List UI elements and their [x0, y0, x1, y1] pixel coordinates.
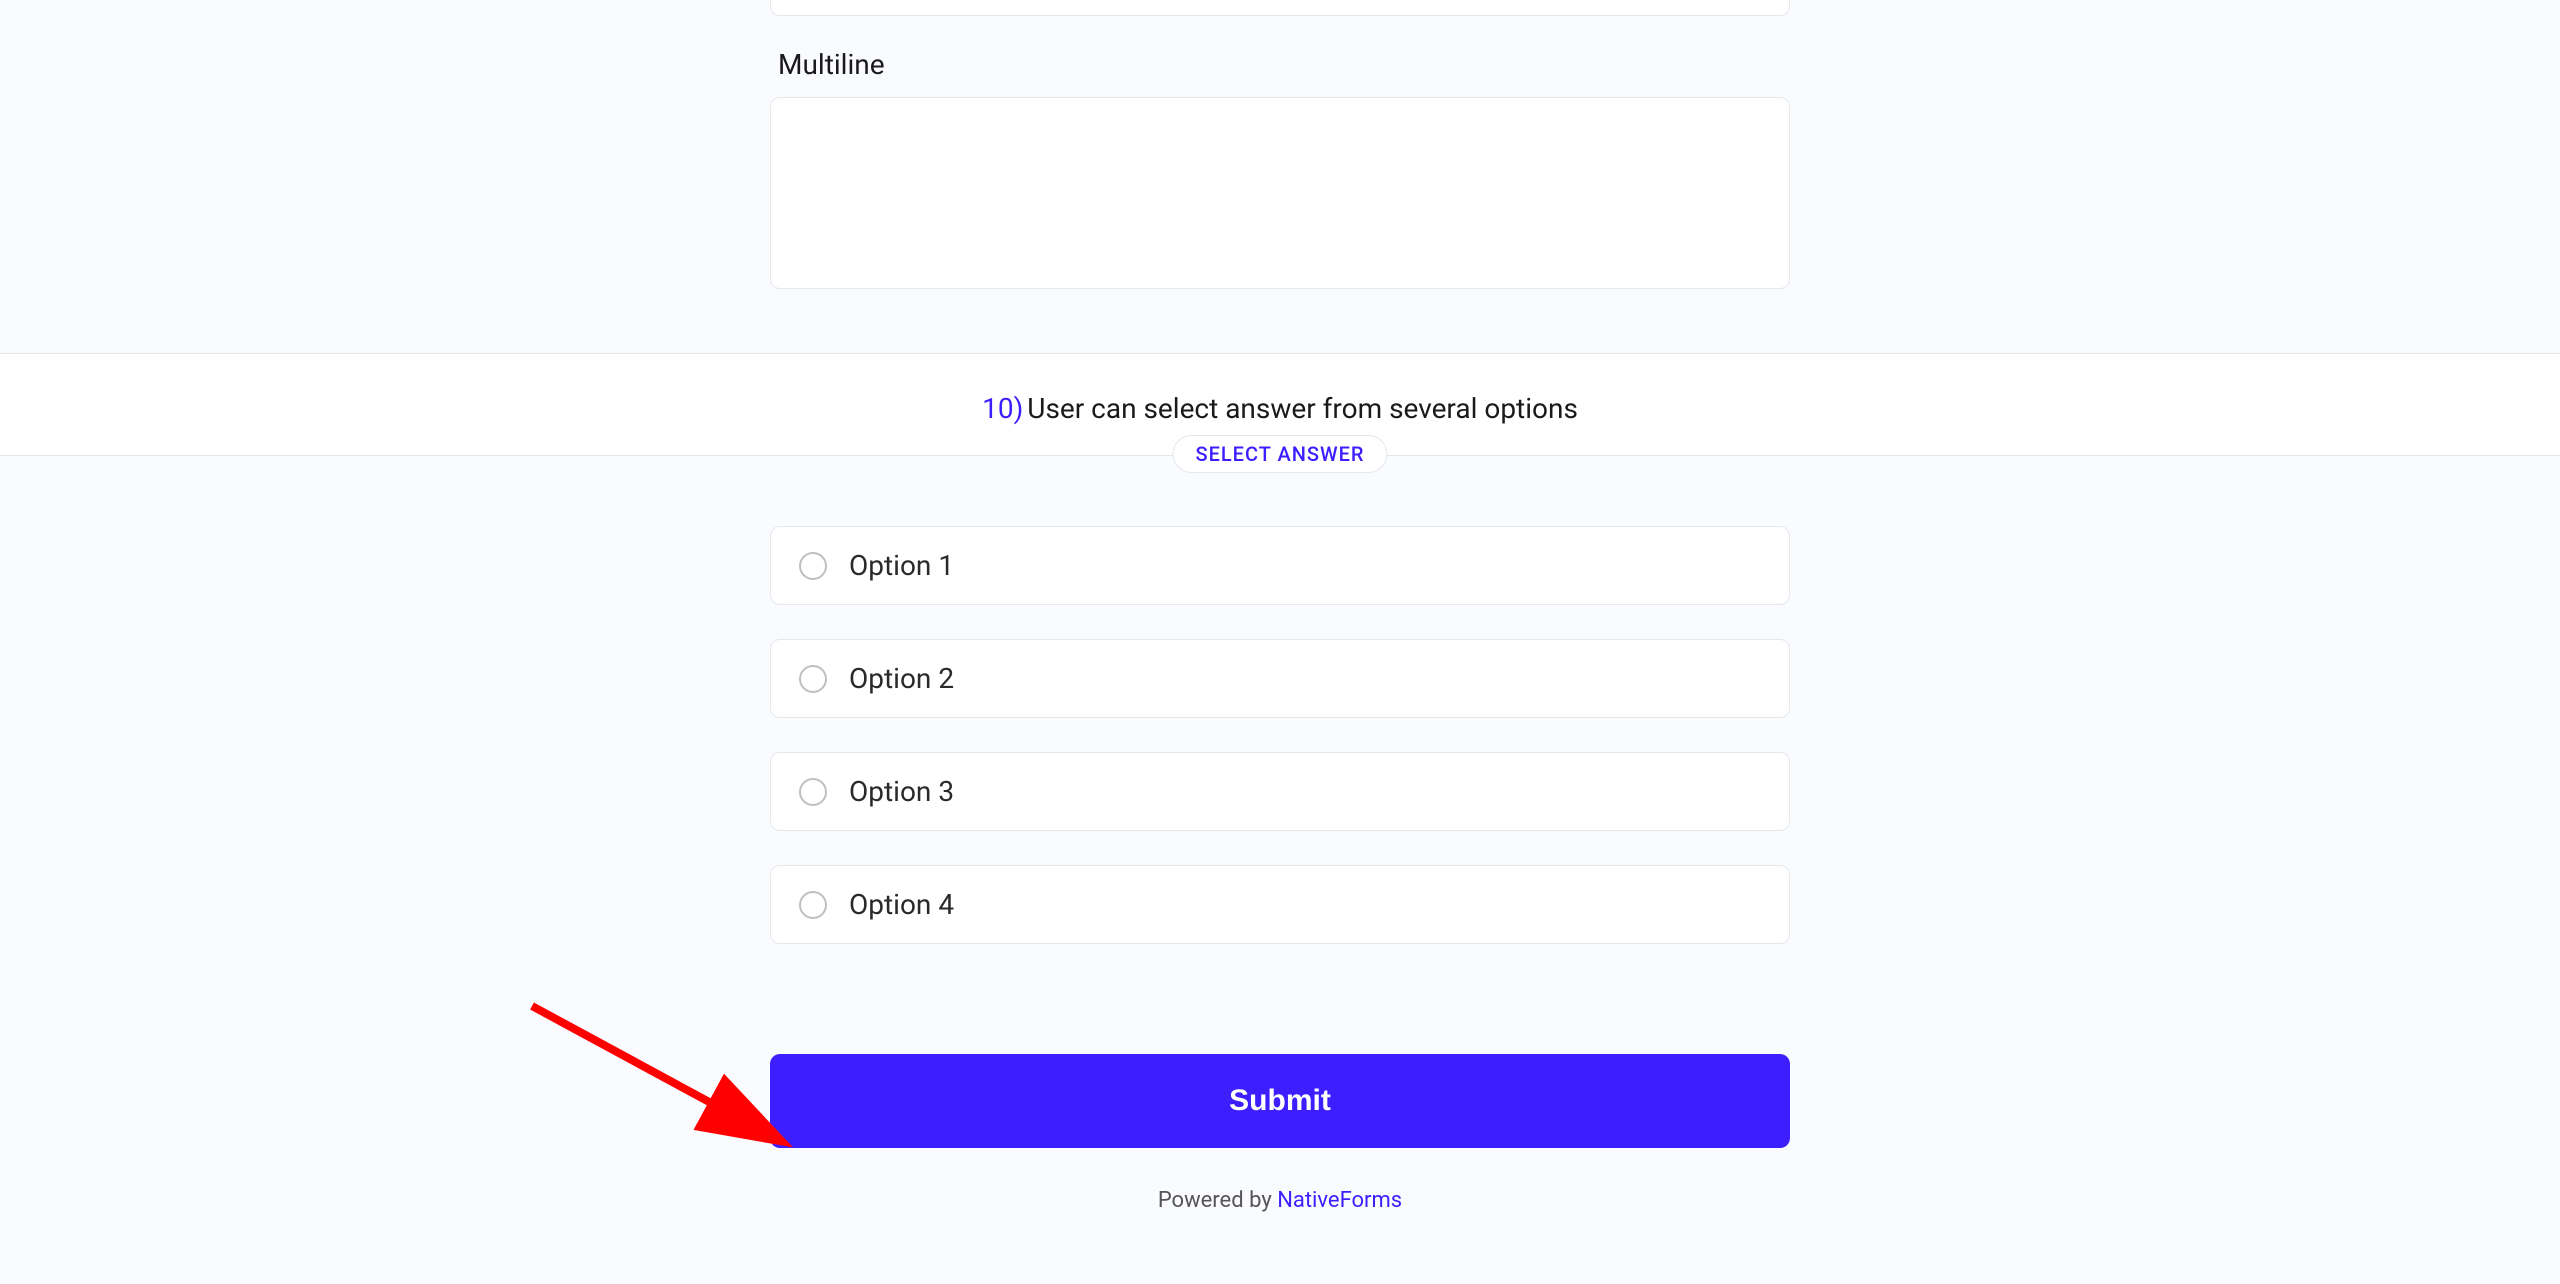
option-label: Option 4	[849, 888, 954, 921]
question-text: User can select answer from several opti…	[1027, 392, 1578, 425]
submit-section: Submit	[0, 1004, 2560, 1168]
option-3[interactable]: Option 3	[770, 752, 1790, 831]
radio-icon	[799, 778, 827, 806]
footer: Powered by NativeForms	[0, 1168, 2560, 1233]
footer-link[interactable]: NativeForms	[1277, 1188, 1402, 1213]
options-section: Option 1 Option 2 Option 3 Option 4	[0, 456, 2560, 1004]
question-number: 10)	[982, 392, 1023, 425]
multiline-section: Multiline	[0, 0, 2560, 353]
option-1[interactable]: Option 1	[770, 526, 1790, 605]
question-10-header: 10) User can select answer from several …	[0, 354, 2560, 455]
select-answer-badge: SELECT ANSWER	[1172, 435, 1387, 473]
radio-icon	[799, 891, 827, 919]
radio-icon	[799, 665, 827, 693]
option-4[interactable]: Option 4	[770, 865, 1790, 944]
submit-button[interactable]: Submit	[770, 1054, 1790, 1148]
option-label: Option 1	[849, 549, 954, 582]
radio-icon	[799, 552, 827, 580]
multiline-label: Multiline	[770, 48, 1790, 81]
previous-input-partial[interactable]	[770, 0, 1790, 16]
option-2[interactable]: Option 2	[770, 639, 1790, 718]
multiline-textarea[interactable]	[770, 97, 1790, 289]
option-label: Option 2	[849, 662, 954, 695]
option-label: Option 3	[849, 775, 954, 808]
footer-prefix: Powered by	[1158, 1188, 1277, 1213]
